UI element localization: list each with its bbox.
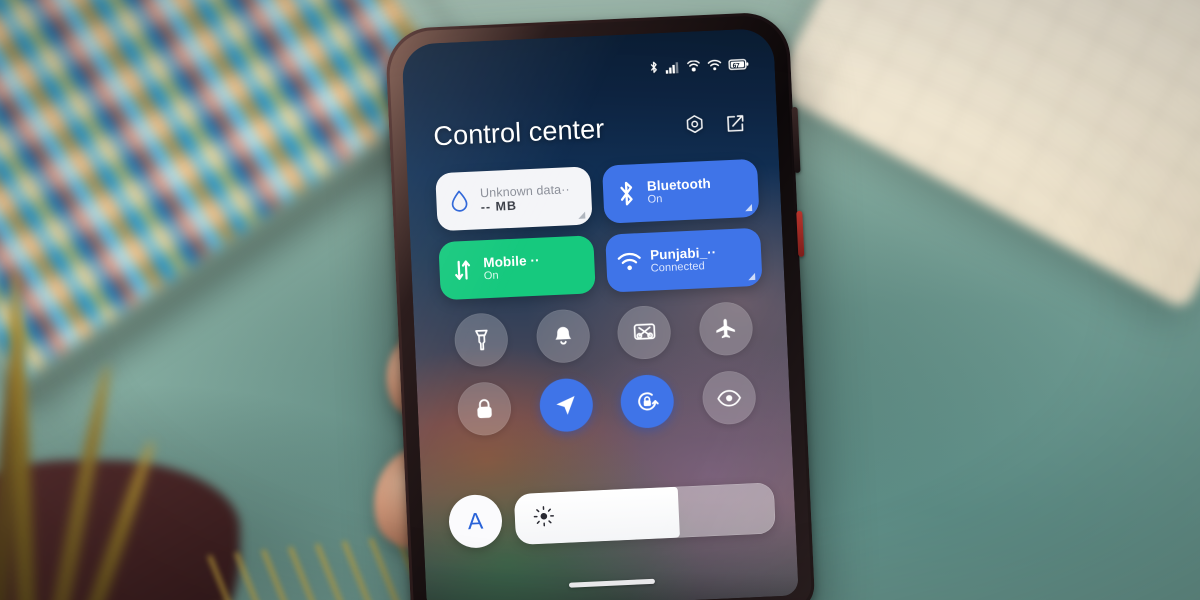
bluetooth-icon <box>614 180 639 207</box>
toggle-reading-mode[interactable] <box>701 370 757 426</box>
expand-corner-icon[interactable] <box>578 211 586 219</box>
toggle-lock-screen[interactable] <box>456 381 513 437</box>
battery-icon: 67 <box>728 58 749 71</box>
brightness-row: A <box>447 481 776 550</box>
cast-screen-icon <box>632 321 657 344</box>
flashlight-icon <box>471 327 492 352</box>
battery-level-text: 67 <box>732 61 740 70</box>
data-arrows-icon <box>450 258 475 283</box>
airplane-icon <box>713 316 738 341</box>
header-actions <box>684 112 746 136</box>
tile-text: Mobile ·· On <box>483 253 541 283</box>
tile-text: Unknown data·· -- MB <box>480 182 571 214</box>
tile-mobile-data[interactable]: Mobile ·· On <box>438 235 596 301</box>
wifi-icon <box>617 252 642 273</box>
tile-wifi[interactable]: Punjabi_·· Connected <box>605 227 763 293</box>
rotate-lock-icon <box>634 388 660 414</box>
tile-subtitle: On <box>483 269 500 283</box>
location-arrow-icon <box>554 393 579 418</box>
water-drop-icon <box>447 189 472 214</box>
toggle-cast[interactable] <box>616 304 673 361</box>
toggle-grid <box>440 300 771 437</box>
status-bar: 67 <box>649 57 749 75</box>
hotspot-icon <box>686 60 701 73</box>
tile-subtitle: -- MB <box>480 198 518 215</box>
home-indicator[interactable] <box>568 578 656 588</box>
tile-text: Punjabi_·· Connected <box>650 245 717 275</box>
expand-corner-icon[interactable] <box>748 272 756 281</box>
settings-icon[interactable] <box>684 114 706 136</box>
tile-subtitle: Connected <box>650 260 706 276</box>
expand-corner-icon[interactable] <box>744 203 753 212</box>
auto-brightness-label: A <box>467 507 484 535</box>
phone-screen: 67 Control center Unknown data·· -- MB B… <box>401 27 799 600</box>
plant-pot <box>0 269 240 600</box>
page-title: Control center <box>432 113 605 152</box>
edit-icon[interactable] <box>725 113 746 134</box>
bluetooth-icon <box>649 61 659 75</box>
quick-setting-tiles: Unknown data·· -- MB Bluetooth On Mobile… <box>435 158 763 301</box>
tile-text: Bluetooth On <box>647 176 712 206</box>
control-center-header: Control center <box>433 107 752 152</box>
cellular-signal-icon <box>665 61 680 74</box>
brightness-slider[interactable] <box>513 482 776 546</box>
lock-icon <box>474 397 496 421</box>
toggle-airplane-mode[interactable] <box>698 301 754 357</box>
toggle-location[interactable] <box>538 377 594 433</box>
smartphone: 67 Control center Unknown data·· -- MB B… <box>384 11 816 600</box>
bell-icon <box>552 324 574 348</box>
sun-icon <box>532 504 555 532</box>
eye-icon <box>716 388 742 407</box>
wifi-icon <box>707 59 722 72</box>
tile-data-usage[interactable]: Unknown data·· -- MB <box>435 166 593 232</box>
toggle-auto-rotate[interactable] <box>619 373 676 430</box>
toggle-silent[interactable] <box>535 308 591 364</box>
tile-subtitle: On <box>647 193 663 207</box>
tile-bluetooth[interactable]: Bluetooth On <box>602 158 760 224</box>
screenshot-stage: 67 Control center Unknown data·· -- MB B… <box>0 0 1200 600</box>
auto-brightness-button[interactable]: A <box>447 493 504 550</box>
toggle-flashlight[interactable] <box>453 312 510 368</box>
